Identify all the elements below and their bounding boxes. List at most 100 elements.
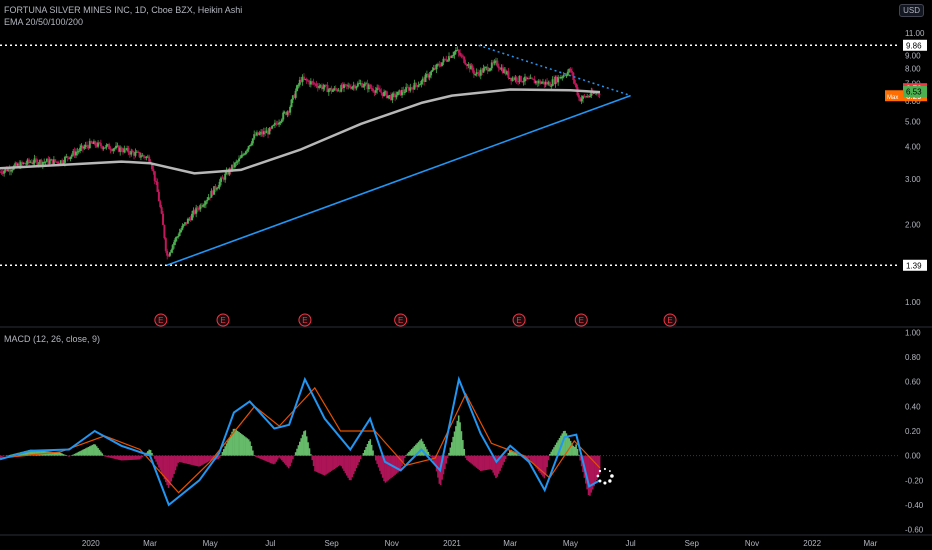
- price-tag-prefix: Max: [887, 95, 898, 101]
- price-tick-label: 9.00: [905, 52, 921, 61]
- histogram-bar: [153, 455, 156, 459]
- histogram-bar: [315, 455, 318, 472]
- histogram-bar: [205, 455, 207, 464]
- candle-body: [44, 161, 47, 163]
- histogram-bar: [370, 444, 373, 456]
- histogram-bar: [319, 455, 322, 474]
- histogram-bar: [379, 455, 381, 471]
- histogram-bar: [376, 455, 378, 464]
- histogram-bar: [336, 455, 338, 468]
- histogram-bar: [419, 440, 421, 456]
- histogram-bar: [123, 455, 126, 461]
- candle-body: [74, 152, 77, 156]
- histogram-bar: [120, 455, 123, 461]
- candle-body: [334, 87, 337, 90]
- histogram-bar: [162, 455, 164, 477]
- candle-body: [396, 91, 399, 96]
- candle-body: [239, 157, 242, 159]
- candle-body: [278, 122, 281, 125]
- histogram-bar: [292, 455, 294, 460]
- candle-body: [197, 209, 200, 211]
- histogram-bar: [91, 444, 94, 456]
- histogram-bar: [68, 455, 70, 457]
- macd-legend[interactable]: MACD (12, 26, close, 9): [4, 334, 100, 344]
- histogram-bar: [228, 437, 231, 456]
- histogram-bar: [435, 455, 438, 472]
- candle-body: [290, 99, 293, 107]
- histogram-bar: [455, 426, 457, 456]
- macd-tick-label: 0.40: [905, 402, 921, 411]
- candle-body: [445, 59, 448, 61]
- candle-body: [477, 72, 480, 74]
- candle-body: [522, 81, 525, 83]
- candle-body: [296, 85, 299, 91]
- histogram-bar: [80, 450, 83, 456]
- earnings-label: E: [667, 316, 672, 325]
- histogram-bar: [247, 439, 250, 456]
- time-tick-label: Jul: [265, 539, 275, 548]
- histogram-bar: [167, 455, 170, 488]
- candle-body: [246, 149, 249, 152]
- macd-tick-label: 0.60: [905, 378, 921, 387]
- candle-body: [142, 155, 145, 157]
- histogram-bar: [1, 455, 4, 457]
- candle-body: [160, 207, 163, 214]
- candle-body: [206, 199, 209, 202]
- candle-body: [497, 66, 500, 69]
- histogram-bar: [236, 430, 239, 456]
- candle-body: [452, 54, 455, 57]
- candle-body: [403, 92, 406, 94]
- currency-button[interactable]: USD: [899, 4, 924, 17]
- histogram-bar: [271, 455, 273, 464]
- candle-body: [63, 157, 66, 163]
- histogram-bar: [242, 435, 244, 456]
- histogram-bar: [460, 431, 463, 456]
- candle-body: [175, 237, 178, 239]
- histogram-bar: [126, 455, 128, 461]
- candle-body: [312, 81, 315, 84]
- histogram-bar: [171, 455, 174, 478]
- candle-body: [90, 141, 93, 143]
- histogram-bar: [369, 439, 372, 456]
- histogram-bar: [104, 455, 106, 457]
- histogram-bar: [169, 455, 171, 486]
- histogram-bar: [79, 451, 81, 456]
- candle-body: [162, 213, 165, 225]
- candle-body: [181, 225, 184, 230]
- histogram-bar: [253, 455, 256, 456]
- candle-body: [157, 191, 160, 202]
- histogram-bar: [0, 455, 3, 458]
- candle-body: [372, 88, 375, 92]
- candle-body: [155, 180, 158, 182]
- spinner-dot: [610, 474, 614, 478]
- histogram-bar: [463, 448, 466, 456]
- candle-body: [402, 90, 405, 93]
- histogram-bar: [359, 455, 362, 460]
- histogram-bar: [109, 455, 112, 458]
- histogram-bar: [587, 455, 590, 496]
- histogram-bar: [448, 452, 450, 456]
- histogram-bar: [178, 455, 181, 462]
- time-tick-label: 2021: [443, 539, 461, 548]
- histogram-bar: [90, 445, 92, 456]
- histogram-bar: [116, 455, 119, 460]
- histogram-bar: [283, 455, 286, 464]
- symbol-legend[interactable]: FORTUNA SILVER MINES INC, 1D, Cboe BZX, …: [4, 5, 242, 15]
- histogram-bar: [380, 455, 383, 475]
- candle-body: [294, 90, 297, 98]
- histogram-bar: [326, 455, 329, 474]
- histogram-bar: [198, 455, 200, 467]
- histogram-bar: [329, 455, 331, 472]
- histogram-bar: [170, 455, 173, 482]
- candle-body: [148, 156, 151, 162]
- candle-body: [515, 77, 518, 82]
- candle-body: [156, 181, 159, 192]
- histogram-bar: [413, 446, 416, 456]
- candle-body: [69, 156, 72, 159]
- histogram-bar: [155, 455, 157, 462]
- histogram-bar: [466, 455, 468, 461]
- candle-body: [48, 160, 51, 164]
- histogram-bar: [287, 455, 290, 469]
- ema-legend[interactable]: EMA 20/50/100/200: [4, 17, 83, 27]
- candle-body: [61, 160, 64, 164]
